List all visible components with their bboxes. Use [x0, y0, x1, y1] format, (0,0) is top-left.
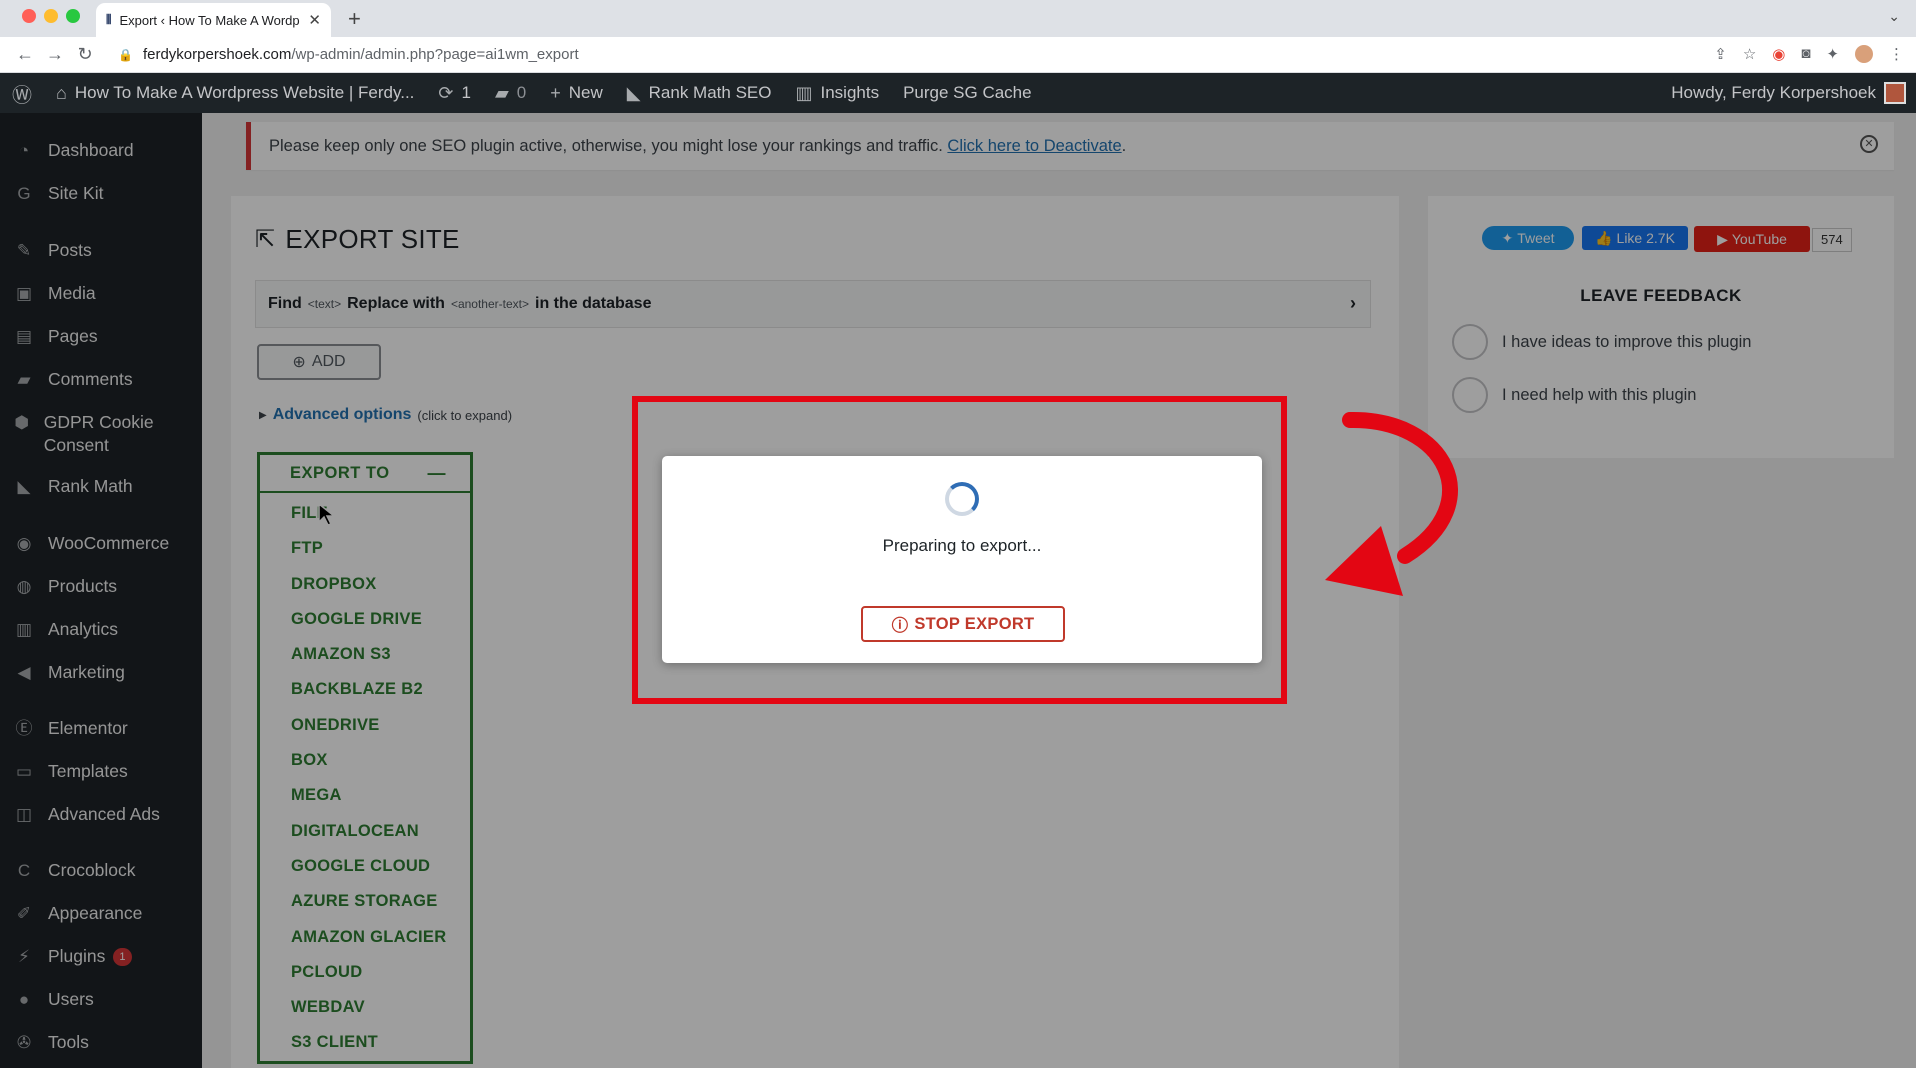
share-icon[interactable]: ⇪ [1714, 45, 1727, 63]
tab-search-chevron-icon[interactable]: ⌄ [1888, 8, 1900, 25]
close-window-button[interactable] [22, 9, 36, 23]
rankmath-chart-icon: ◣ [626, 82, 641, 103]
maximize-window-button[interactable] [66, 9, 80, 23]
browser-tabbar: ⫴ Export ‹ How To Make A Wordp ✕ + ⌄ [0, 0, 1916, 37]
adminbar-new[interactable]: + New [538, 83, 615, 104]
comment-bubble-icon: ▰ [494, 82, 509, 103]
home-icon: ⌂ [56, 82, 67, 103]
address-bar[interactable]: 🔒 ferdykorpershoek.com/wp-admin/admin.ph… [118, 46, 579, 63]
wordpress-logo-icon[interactable]: Ⓦ [0, 79, 44, 108]
browser-tab[interactable]: ⫴ Export ‹ How To Make A Wordp ✕ [96, 3, 331, 37]
minimize-window-button[interactable] [44, 9, 58, 23]
adminbar-comments[interactable]: ▰ 0 [483, 83, 538, 104]
browser-actions: ⇪ ☆ ◉ ◙ ✦ ⋮ [1714, 45, 1904, 63]
updates-icon: ⟳ [438, 82, 454, 103]
plus-icon: + [550, 82, 561, 103]
forward-arrow-icon[interactable]: → [40, 44, 70, 65]
tab-favicon-icon: ⫴ [106, 12, 112, 27]
extensions-puzzle-icon[interactable]: ✦ [1826, 45, 1839, 63]
user-avatar [1884, 82, 1906, 104]
extension-color-icon[interactable]: ◉ [1772, 45, 1785, 63]
annotation-arrow-icon [1325, 411, 1458, 596]
adminbar-purge-cache[interactable]: Purge SG Cache [891, 83, 1044, 103]
bar-chart-icon: ▥ [795, 82, 813, 103]
adminbar-updates[interactable]: ⟳ 1 [426, 83, 483, 104]
adminbar-rank-math[interactable]: ◣ Rank Math SEO [615, 83, 784, 104]
browser-toolbar: ← → ↻ 🔒 ferdykorpershoek.com/wp-admin/ad… [0, 37, 1916, 73]
back-arrow-icon[interactable]: ← [10, 44, 40, 65]
adminbar-site-name[interactable]: ⌂ How To Make A Wordpress Website | Ferdy… [44, 83, 426, 104]
new-tab-icon[interactable]: + [348, 6, 361, 32]
kebab-menu-icon[interactable]: ⋮ [1889, 45, 1904, 63]
adminbar-insights[interactable]: ▥ Insights [783, 83, 891, 104]
annotation-highlight-box [632, 396, 1287, 704]
tab-title: Export ‹ How To Make A Wordp [119, 12, 300, 28]
bookmark-star-icon[interactable]: ☆ [1743, 45, 1756, 63]
url-domain: ferdykorpershoek.com [142, 46, 292, 63]
tab-close-icon[interactable]: ✕ [308, 11, 321, 29]
wp-admin-bar: Ⓦ ⌂ How To Make A Wordpress Website | Fer… [0, 73, 1916, 113]
howdy-text: Howdy, Ferdy Korpershoek [1671, 83, 1876, 102]
url-path: /wp-admin/admin.php?page=ai1wm_export [291, 46, 579, 63]
profile-avatar[interactable] [1855, 45, 1873, 63]
reload-icon[interactable]: ↻ [70, 44, 100, 65]
adminbar-account[interactable]: Howdy, Ferdy Korpershoek [1671, 73, 1906, 113]
camera-icon[interactable]: ◙ [1801, 45, 1810, 63]
lock-icon: 🔒 [118, 47, 133, 62]
